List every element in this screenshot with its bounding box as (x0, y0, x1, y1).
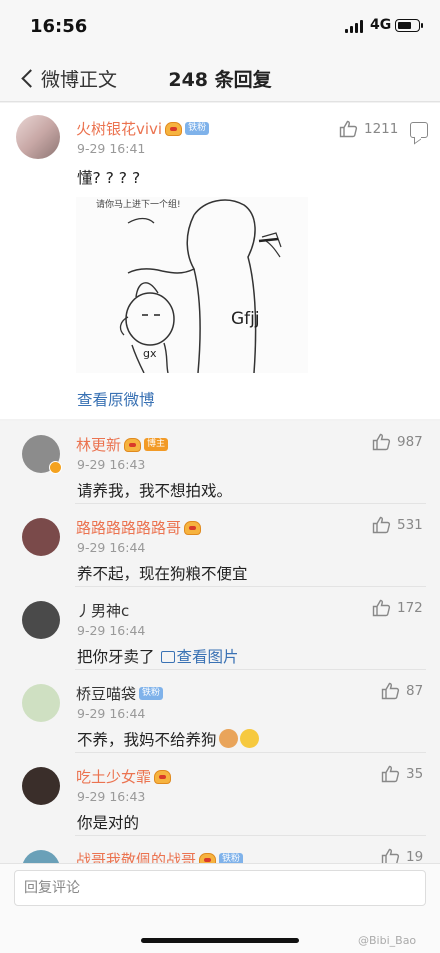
reply-time: 9-29 16:44 (77, 540, 146, 555)
thumbs-up-icon (381, 765, 400, 783)
reply-text: 请养我，我不想拍戏。 (77, 479, 232, 501)
reply-username[interactable]: 路路路路路路哥 (76, 517, 202, 538)
like-button[interactable]: 531 (372, 516, 423, 534)
fan-badge: 铁粉 (185, 122, 210, 135)
network-label: 4G (370, 17, 392, 33)
avatar[interactable] (22, 850, 60, 863)
reply-time: 9-29 16:44 (77, 706, 146, 721)
crown-icon (124, 437, 142, 452)
like-button[interactable]: 987 (372, 433, 423, 451)
reply-time: 9-29 16:44 (77, 623, 146, 638)
signal-icon (345, 20, 363, 33)
thumbs-up-icon (381, 848, 400, 863)
meme-drawing (119, 199, 282, 373)
image-label-small: gx (143, 347, 157, 360)
nav-bar: 微博正文 248 条回复 (0, 54, 440, 102)
username-label: 桥豆喵袋 (76, 685, 137, 703)
fan-badge: 铁粉 (219, 853, 244, 863)
like-count: 1211 (364, 121, 399, 137)
reply-time: 9-29 16:43 (77, 789, 146, 804)
reply-text: 把你牙卖了 查看图片 (77, 645, 239, 667)
reply-item[interactable]: 战哥我敬佩的战哥 铁粉 19 (0, 836, 440, 863)
watermark: @Bibi_Bao (358, 934, 417, 947)
status-bar: 16:56 4G (0, 0, 440, 54)
like-count: 19 (406, 849, 424, 863)
home-indicator (141, 938, 299, 943)
image-icon (160, 651, 175, 663)
reply-time: 9-29 16:43 (77, 457, 146, 472)
reply-bar: @Bibi_Bao (0, 863, 440, 953)
reply-input[interactable] (14, 870, 426, 906)
reply-username[interactable]: 林更新 博主 (76, 434, 169, 455)
reply-text-content: 请养我，我不想拍戏。 (77, 482, 233, 500)
like-count: 87 (406, 683, 424, 699)
reply-text: 养不起，现在狗粮不便宜 (77, 562, 248, 584)
reply-item[interactable]: 吃土少女霏 9-29 16:43 35 你是对的 (0, 753, 440, 836)
username-label: 火树银花vivi (76, 120, 163, 138)
username-label: 林更新 (76, 436, 122, 454)
avatar[interactable] (16, 115, 60, 159)
reply-text-content: 你是对的 (77, 814, 140, 832)
reply-item[interactable]: 丿男神c 9-29 16:44 172 把你牙卖了 查看图片 (0, 587, 440, 670)
battery-icon (395, 19, 423, 32)
username-label: 吃土少女霏 (76, 768, 152, 786)
thumbs-up-icon (372, 516, 391, 534)
verified-icon (49, 461, 62, 474)
like-button[interactable]: 19 (381, 848, 423, 863)
like-count: 35 (406, 766, 424, 782)
page-title: 248 条回复 (168, 69, 272, 91)
reply-item[interactable]: 林更新 博主 9-29 16:43 987 请养我，我不想拍戏。 (0, 421, 440, 504)
crown-icon (184, 520, 202, 535)
like-button[interactable]: 172 (372, 599, 423, 617)
crown-icon (165, 121, 183, 136)
comment-image[interactable]: 请你马上进下一个组! Gfjj gx (76, 197, 308, 373)
thumbs-up-icon (372, 433, 391, 451)
thumbs-up-icon (339, 120, 358, 138)
fan-badge: 铁粉 (139, 687, 164, 700)
smiling-face-icon (239, 729, 259, 748)
username[interactable]: 火树银花vivi 铁粉 (76, 118, 210, 139)
main-comment: 火树银花vivi 铁粉 9-29 16:41 1211 懂? ? ? ? 请你马… (0, 103, 440, 419)
username-label: 丿男神c (76, 602, 130, 620)
reply-text-content: 养不起，现在狗粮不便宜 (77, 565, 248, 583)
crown-icon (154, 769, 172, 784)
comment-icon[interactable] (410, 122, 428, 138)
thumbs-up-icon (372, 599, 391, 617)
view-original-link[interactable]: 查看原微博 (77, 388, 155, 410)
reply-list: 林更新 博主 9-29 16:43 987 请养我，我不想拍戏。 路路路路路路哥 9-29 … (0, 421, 440, 863)
avatar[interactable] (22, 518, 60, 556)
like-button[interactable]: 87 (381, 682, 423, 700)
reply-text: 你是对的 (77, 811, 139, 833)
like-button[interactable]: 1211 (339, 120, 398, 138)
like-count: 987 (397, 434, 423, 450)
like-count: 531 (397, 517, 423, 533)
reply-text-content: 把你牙卖了 (77, 648, 155, 666)
comment-time: 9-29 16:41 (77, 141, 146, 156)
reply-text: 不养，我妈不给养狗 (77, 728, 259, 750)
crown-icon (199, 852, 217, 863)
host-badge: 博主 (144, 438, 169, 451)
reply-text-content: 不养，我妈不给养狗 (77, 731, 217, 749)
thumbs-up-icon (381, 682, 400, 700)
dog-face-icon (218, 729, 238, 748)
image-label-large: Gfjj (231, 309, 260, 329)
username-label: 路路路路路路哥 (76, 519, 182, 537)
comment-text: 懂? ? ? ? (77, 169, 141, 187)
avatar[interactable] (22, 684, 60, 722)
reply-item[interactable]: 路路路路路路哥 9-29 16:44 531 养不起，现在狗粮不便宜 (0, 504, 440, 587)
like-count: 172 (397, 600, 423, 616)
username-label: 战哥我敬佩的战哥 (76, 851, 197, 863)
reply-username[interactable]: 吃土少女霏 (76, 766, 172, 787)
reply-username[interactable]: 桥豆喵袋 铁粉 (76, 683, 164, 704)
reply-username[interactable]: 战哥我敬佩的战哥 铁粉 (76, 849, 244, 863)
view-image-link[interactable]: 查看图片 (177, 648, 239, 666)
avatar[interactable] (22, 601, 60, 639)
like-button[interactable]: 35 (381, 765, 423, 783)
status-time: 16:56 (30, 16, 88, 37)
reply-username[interactable]: 丿男神c (76, 600, 129, 621)
reply-item[interactable]: 桥豆喵袋 铁粉 9-29 16:44 87 不养，我妈不给养狗 (0, 670, 440, 753)
avatar[interactable] (22, 767, 60, 805)
